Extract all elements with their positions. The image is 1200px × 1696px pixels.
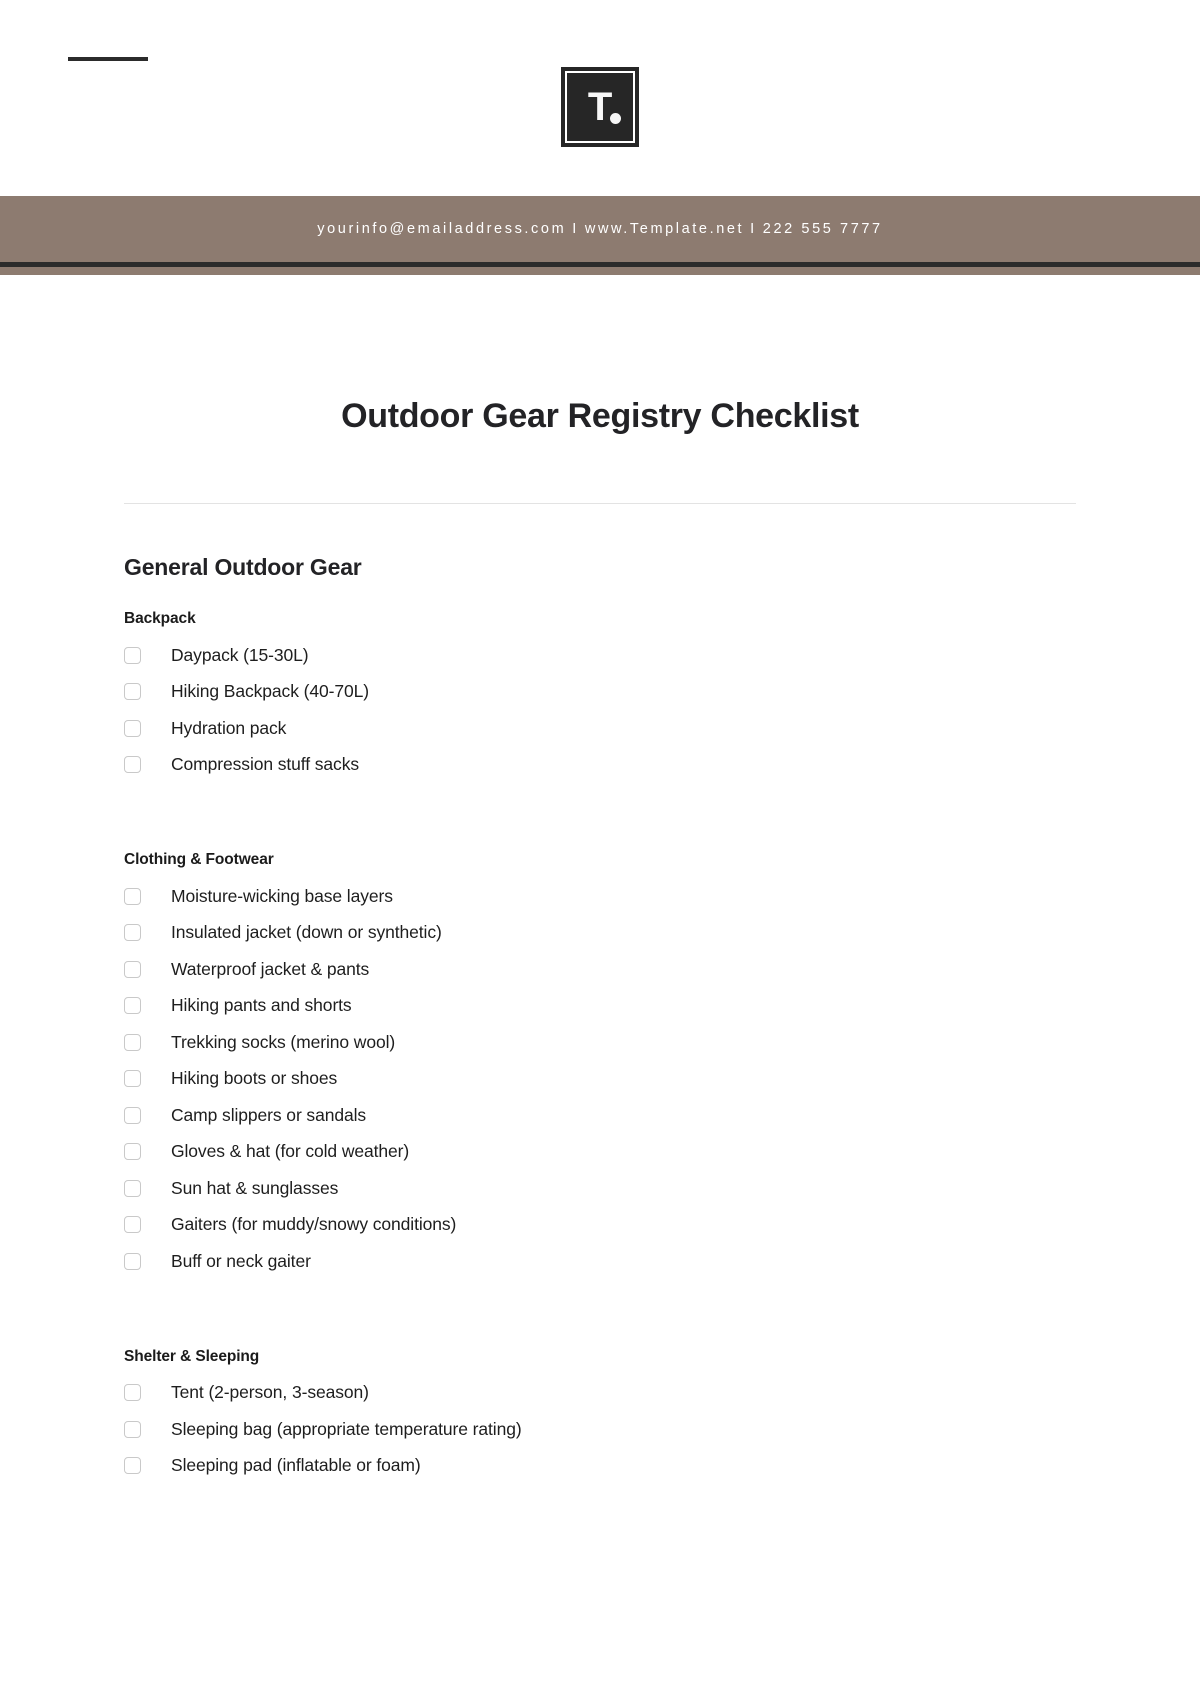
checklist-subsection: Clothing & Footwear Moisture-wicking base… (124, 851, 1076, 1280)
checkbox-icon[interactable] (124, 997, 141, 1015)
subsection-title: Shelter & Sleeping (124, 1347, 260, 1365)
checkbox-icon[interactable] (124, 1033, 141, 1051)
checkbox-icon[interactable] (124, 1420, 141, 1438)
checklist-row[interactable]: Sleeping pad (inflatable or foam) (124, 1448, 1076, 1485)
checklist-row[interactable]: Camp slippers or sandals (124, 1097, 1076, 1134)
checklist-row[interactable]: Sleeping bag (appropriate temperature ra… (124, 1411, 1076, 1448)
checkbox-icon[interactable] (124, 1457, 141, 1475)
checklist-row[interactable]: Hiking pants and shorts (124, 988, 1076, 1025)
checklist-item-label: Hydration pack (171, 717, 287, 738)
brand-logo: T (561, 67, 639, 147)
checklist-item-label: Gaiters (for muddy/snowy conditions) (171, 1214, 457, 1234)
checklist-item-label: Hiking boots or shoes (171, 1068, 338, 1088)
contact-website[interactable]: www.Template.net (585, 221, 744, 237)
contact-email[interactable]: yourinfo@emailaddress.com (317, 221, 566, 237)
checklist-item-label: Moisture-wicking base layers (171, 885, 393, 906)
checklist-item-label: Waterproof jacket & pants (171, 958, 370, 979)
title-divider (124, 503, 1076, 504)
checklist-item-label: Sleeping pad (inflatable or foam) (171, 1455, 421, 1475)
corner-rule-decoration (68, 57, 148, 61)
contact-line: yourinfo@emailaddress.com Iwww.Template.n… (317, 221, 882, 237)
contact-phone[interactable]: 222 555 7777 (763, 221, 883, 237)
checklist-sections: Backpack Daypack (15-30L) Hiking Backpack … (124, 610, 1076, 1484)
checklist-row[interactable]: Daypack (15-30L) (124, 637, 1076, 674)
checklist-item-label: Gloves & hat (for cold weather) (171, 1141, 410, 1161)
logo-inner-frame: T (565, 71, 635, 143)
contact-separator-2: I (750, 221, 757, 237)
checkbox-icon[interactable] (124, 683, 141, 701)
subsection-title: Backpack (124, 610, 196, 627)
checklist-subsection: Backpack Daypack (15-30L) Hiking Backpack … (124, 610, 1076, 783)
page-title: Outdoor Gear Registry Checklist (341, 397, 859, 435)
checkbox-icon[interactable] (124, 924, 141, 942)
checklist-item-label: Compression stuff sacks (171, 754, 360, 774)
checklist-row[interactable]: Gaiters (for muddy/snowy conditions) (124, 1207, 1076, 1244)
logo-dot-icon (610, 113, 621, 124)
checkbox-icon[interactable] (124, 1384, 141, 1402)
checklist-item-label: Buff or neck gaiter (171, 1250, 311, 1271)
contact-bar: yourinfo@emailaddress.com Iwww.Template.n… (0, 196, 1200, 262)
checkbox-icon[interactable] (124, 1070, 141, 1088)
checklist-row[interactable]: Moisture-wicking base layers (124, 878, 1076, 915)
checkbox-icon[interactable] (124, 1216, 141, 1234)
subsection-title: Clothing & Footwear (124, 851, 274, 868)
checklist-item-label: Sleeping bag (appropriate temperature ra… (171, 1418, 522, 1439)
checkbox-icon[interactable] (124, 719, 141, 737)
checklist-row[interactable]: Hiking boots or shoes (124, 1061, 1076, 1098)
logo-box: T (561, 67, 639, 147)
checklist-item-label: Insulated jacket (down or synthetic) (171, 922, 442, 942)
checklist-item-label: Hiking pants and shorts (171, 995, 352, 1015)
checklist-row[interactable]: Insulated jacket (down or synthetic) (124, 915, 1076, 952)
checkbox-icon[interactable] (124, 1252, 141, 1270)
checklist-subsection: Shelter & Sleeping Tent (2-person, 3-seas… (124, 1348, 1076, 1485)
checklist-item-label: Camp slippers or sandals (171, 1104, 367, 1125)
checklist-item-label: Sun hat & sunglasses (171, 1177, 339, 1198)
checklist-row[interactable]: Sun hat & sunglasses (124, 1170, 1076, 1207)
checklist-row[interactable]: Hydration pack (124, 710, 1076, 747)
checklist-row[interactable]: Waterproof jacket & pants (124, 951, 1076, 988)
checklist-item-label: Hiking Backpack (40-70L) (171, 681, 369, 701)
checklist-row[interactable]: Compression stuff sacks (124, 747, 1076, 784)
logo-letter-t: T (587, 85, 612, 129)
document-page: T yourinfo@emailaddress.com Iwww.Template… (0, 0, 1200, 1696)
checkbox-icon[interactable] (124, 1106, 141, 1124)
checklist-row[interactable]: Gloves & hat (for cold weather) (124, 1134, 1076, 1171)
checklist-item-label: Trekking socks (merino wool) (171, 1031, 396, 1052)
checklist-item-label: Tent (2-person, 3-season) (171, 1382, 369, 1402)
document-header: T (0, 0, 1200, 196)
checkbox-icon[interactable] (124, 646, 141, 664)
checkbox-icon[interactable] (124, 756, 141, 774)
checkbox-icon[interactable] (124, 887, 141, 905)
contact-bar-footer (0, 267, 1200, 275)
checklist-row[interactable]: Tent (2-person, 3-season) (124, 1375, 1076, 1412)
checklist-item-label: Daypack (15-30L) (171, 644, 309, 665)
checklist-row[interactable]: Hiking Backpack (40-70L) (124, 674, 1076, 711)
checkbox-icon[interactable] (124, 1143, 141, 1161)
checkbox-icon[interactable] (124, 960, 141, 978)
checkbox-icon[interactable] (124, 1179, 141, 1197)
section-title: General Outdoor Gear (124, 554, 362, 580)
document-content: Outdoor Gear Registry Checklist General … (0, 397, 1200, 1484)
checklist-row[interactable]: Buff or neck gaiter (124, 1243, 1076, 1280)
checklist-row[interactable]: Trekking socks (merino wool) (124, 1024, 1076, 1061)
contact-separator-1: I (572, 221, 579, 237)
